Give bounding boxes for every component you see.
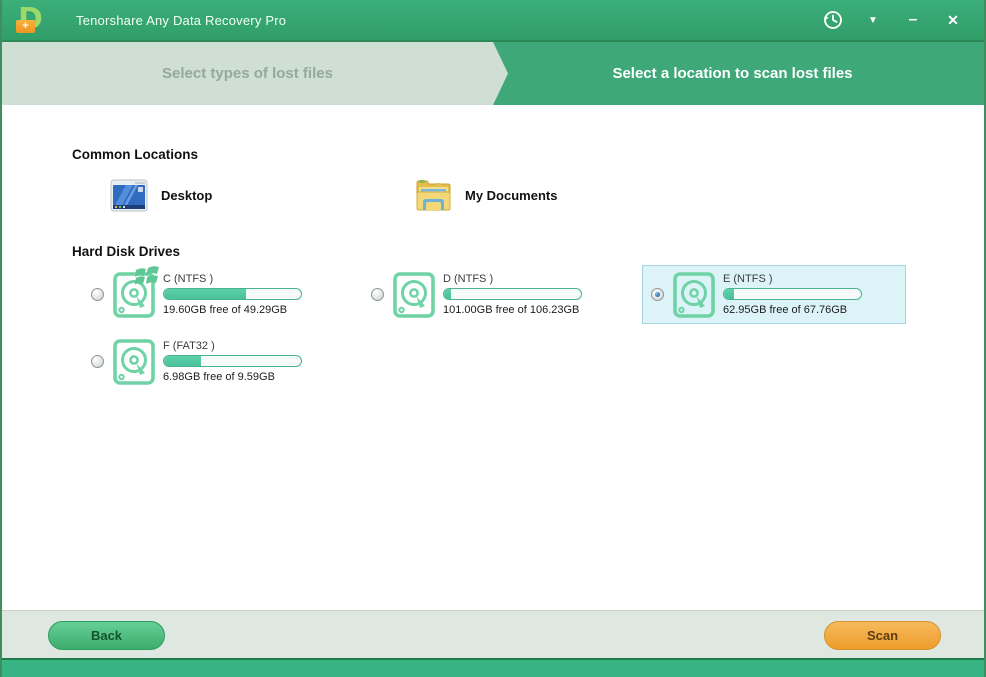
locations-row: Desktop My Documents [110,178,984,212]
app-window: D + Tenorshare Any Data Recovery Pro ▼ –… [0,0,986,677]
drive-free-space: 19.60GB free of 49.29GB [163,304,302,316]
drive-item[interactable]: C (NTFS ) 19.60GB free of 49.29GB [82,265,346,324]
drive-item[interactable]: E (NTFS ) 62.95GB free of 67.76GB [642,265,906,324]
drive-label: E (NTFS ) [723,273,862,285]
common-locations-title: Common Locations [72,147,984,162]
location-label: Desktop [161,188,212,203]
back-button[interactable]: Back [48,621,165,650]
footer-strip [2,658,984,677]
tab-select-types: Select types of lost files [2,42,508,105]
drive-usage-fill [164,289,246,299]
drive-label: D (NTFS ) [443,273,582,285]
drive-free-space: 62.95GB free of 67.76GB [723,304,862,316]
bottom-bar: Back Scan [2,610,984,658]
location-label: My Documents [465,188,557,203]
desktop-icon [110,179,148,212]
drive-label: C (NTFS ) [163,273,302,285]
hard-disk-icon [113,271,155,318]
drive-radio-button[interactable] [651,288,664,301]
dropdown-menu-icon[interactable]: ▼ [860,7,886,33]
scan-button[interactable]: Scan [824,621,941,650]
drive-usage-fill [724,289,734,299]
drive-usage-fill [444,289,451,299]
drive-usage-bar [723,288,862,300]
drive-usage-bar [163,355,302,367]
hard-disk-icon [113,338,155,385]
drive-label: F (FAT32 ) [163,340,302,352]
drive-radio-button[interactable] [91,288,104,301]
location-item-my-documents[interactable]: My Documents [415,178,720,212]
drive-item[interactable]: D (NTFS ) 101.00GB free of 106.23GB [362,265,626,324]
my-documents-icon [415,178,452,212]
title-bar: D + Tenorshare Any Data Recovery Pro ▼ –… [2,0,984,40]
windows-flag-icon [135,264,161,288]
wizard-steps: Select a location to scan lost files Sel… [2,40,984,105]
drive-item[interactable]: F (FAT32 ) 6.98GB free of 9.59GB [82,332,346,391]
hard-disk-icon [673,271,715,318]
drive-radio-button[interactable] [91,355,104,368]
location-item-desktop[interactable]: Desktop [110,178,415,212]
drive-free-space: 101.00GB free of 106.23GB [443,304,582,316]
plus-badge-icon: + [16,20,35,33]
drive-radio-button[interactable] [371,288,384,301]
close-button[interactable]: ✕ [940,7,966,33]
drive-usage-bar [163,288,302,300]
drive-usage-fill [164,356,201,366]
drive-free-space: 6.98GB free of 9.59GB [163,371,302,383]
hard-disk-icon [393,271,435,318]
main-content: Common Locations Desktop [2,105,984,610]
history-restore-icon[interactable] [820,7,846,33]
drives-grid: C (NTFS ) 19.60GB free of 49.29GB [82,265,984,391]
window-title: Tenorshare Any Data Recovery Pro [76,13,286,28]
app-logo-icon: D + [18,5,50,35]
tab-select-location: Select a location to scan lost files [507,42,984,105]
titlebar-controls: ▼ – ✕ [820,7,984,33]
drive-usage-bar [443,288,582,300]
minimize-button[interactable]: – [900,7,926,33]
hard-disk-drives-title: Hard Disk Drives [72,244,984,259]
